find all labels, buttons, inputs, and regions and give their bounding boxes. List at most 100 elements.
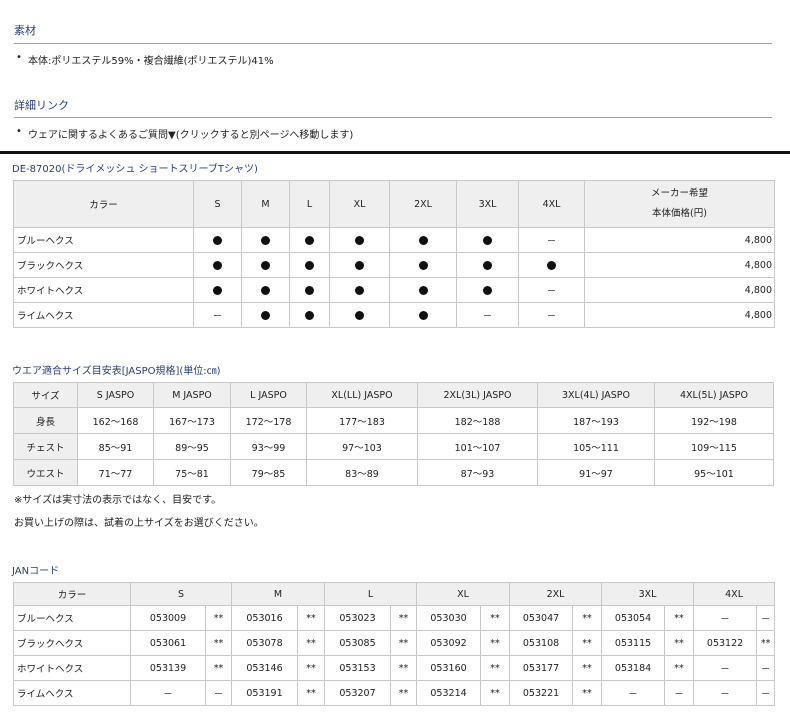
available-dot-icon <box>305 285 314 295</box>
jan-code: 053177 <box>509 655 574 681</box>
size-cell: 192～198 <box>654 407 774 434</box>
available-dot-icon <box>355 310 364 320</box>
jan-row: ホワイトヘクス 053139 ** 053146 ** 053153 ** 053160 ** 0… <box>13 655 776 681</box>
size-cell: 85～91 <box>77 433 154 460</box>
size-cell: 177～183 <box>306 407 418 434</box>
size-cell: 182～188 <box>417 407 538 434</box>
availability-cell: － <box>456 302 519 328</box>
size-row-label: チェスト <box>13 433 78 460</box>
jan-color: ブルーヘクス <box>13 605 131 631</box>
available-dot-icon <box>305 260 314 270</box>
jan-code: 053139 <box>130 655 206 681</box>
product-row: ブラックヘクス 4,800 <box>13 252 775 278</box>
available-dot-icon <box>483 235 492 245</box>
jan-check: ** <box>296 605 326 631</box>
header-size-4xl: 4XL <box>518 180 585 228</box>
jan-header: XL <box>416 582 511 606</box>
availability-cell: － <box>518 302 585 328</box>
jan-check: ** <box>390 605 418 631</box>
product-color: ライムヘクス <box>13 302 194 328</box>
size-cell: 83～89 <box>306 459 418 486</box>
jan-check: － <box>664 680 695 706</box>
size-row: チェスト 85～91 89～95 93～99 97～103 101～107 105～111 1… <box>13 433 774 460</box>
availability-cell <box>329 277 390 303</box>
availability-cell <box>456 277 519 303</box>
product-price: 4,800 <box>584 252 775 278</box>
jan-check: ** <box>572 655 603 681</box>
header-price-line1: メーカー希望 <box>650 188 708 199</box>
size-cell: 109～115 <box>654 433 774 460</box>
size-cell: 162～168 <box>77 407 154 434</box>
available-dot-icon <box>418 285 428 295</box>
links-divider <box>14 117 772 118</box>
available-dot-icon <box>305 310 314 320</box>
jan-header: 2XL <box>509 582 603 606</box>
jan-check: ** <box>756 630 776 656</box>
jan-code: 053061 <box>130 630 206 656</box>
jan-code: 053153 <box>324 655 392 681</box>
jan-check: ** <box>480 680 511 706</box>
availability-cell <box>329 302 390 328</box>
jan-check: ** <box>572 605 603 631</box>
available-dot-icon <box>483 285 492 295</box>
available-dot-icon <box>305 235 314 245</box>
jan-code: 053214 <box>416 680 482 706</box>
jan-check: ** <box>664 655 695 681</box>
available-dot-icon <box>355 285 364 295</box>
size-cell: 93～99 <box>230 433 307 460</box>
product-color: ブルーヘクス <box>13 227 194 253</box>
jan-check: ** <box>296 630 326 656</box>
size-note-1: ※サイズは実寸法の表示ではなく、目安です。 <box>14 495 222 506</box>
size-cell: 79～85 <box>230 459 307 486</box>
availability-cell <box>289 227 330 253</box>
jan-check: ** <box>572 680 603 706</box>
size-header: サイズ <box>13 382 78 408</box>
jan-check: － <box>756 680 776 706</box>
availability-cell <box>193 227 242 253</box>
size-cell: 71～77 <box>77 459 154 486</box>
jan-row: ブラックヘクス 053061 ** 053078 ** 053085 ** 053092 ** 0… <box>13 630 776 656</box>
availability-cell <box>193 252 242 278</box>
jan-check: － <box>205 680 232 706</box>
jan-check: ** <box>390 680 418 706</box>
jan-code: 053009 <box>130 605 206 631</box>
jan-code: 053030 <box>416 605 482 631</box>
size-row: ウエスト 71～77 75～81 79～85 83～89 87～93 91～97 95～101 <box>13 459 774 486</box>
available-dot-icon <box>355 260 364 270</box>
size-row-label: ウエスト <box>13 459 78 486</box>
product-table: カラー S M L XL 2XL 3XL 4XL メーカー希望 本体価格(円) … <box>13 180 775 328</box>
product-price: 4,800 <box>584 302 775 328</box>
size-header: M JASPO <box>153 382 231 408</box>
jan-code: 053207 <box>324 680 392 706</box>
available-dot-icon <box>213 260 222 270</box>
availability-cell <box>329 227 390 253</box>
size-header: 3XL(4L) JASPO <box>537 382 655 408</box>
jan-code: 053047 <box>509 605 574 631</box>
availability-cell: － <box>518 277 585 303</box>
header-color: カラー <box>13 180 194 228</box>
size-row: 身長 162～168 167～173 172～178 177～183 182～188 187… <box>13 407 774 434</box>
jan-code: 053146 <box>231 655 298 681</box>
jan-check: ** <box>664 605 695 631</box>
size-cell: 97～103 <box>306 433 418 460</box>
jan-header: 4XL <box>693 582 776 606</box>
availability-cell <box>456 227 519 253</box>
availability-cell <box>329 252 390 278</box>
jan-code: 053184 <box>601 655 666 681</box>
size-cell: 95～101 <box>654 459 774 486</box>
availability-cell <box>389 302 457 328</box>
size-header: 2XL(3L) JASPO <box>417 382 538 408</box>
jan-header: 3XL <box>601 582 695 606</box>
size-row-label: 身長 <box>13 407 78 434</box>
header-size-2xl: 2XL <box>389 180 457 228</box>
product-color: ブラックヘクス <box>13 252 194 278</box>
jan-check: ** <box>390 630 418 656</box>
size-header: XL(LL) JASPO <box>306 382 418 408</box>
availability-cell: － <box>518 227 585 253</box>
jan-code: 053122 <box>693 630 758 656</box>
availability-cell <box>241 252 290 278</box>
jan-check: ** <box>390 655 418 681</box>
jan-code: 053191 <box>231 680 298 706</box>
faq-link[interactable]: ウェアに関するよくあるご質問▼(クリックすると別ページへ移動します) <box>16 126 353 141</box>
jan-code: － <box>693 680 758 706</box>
